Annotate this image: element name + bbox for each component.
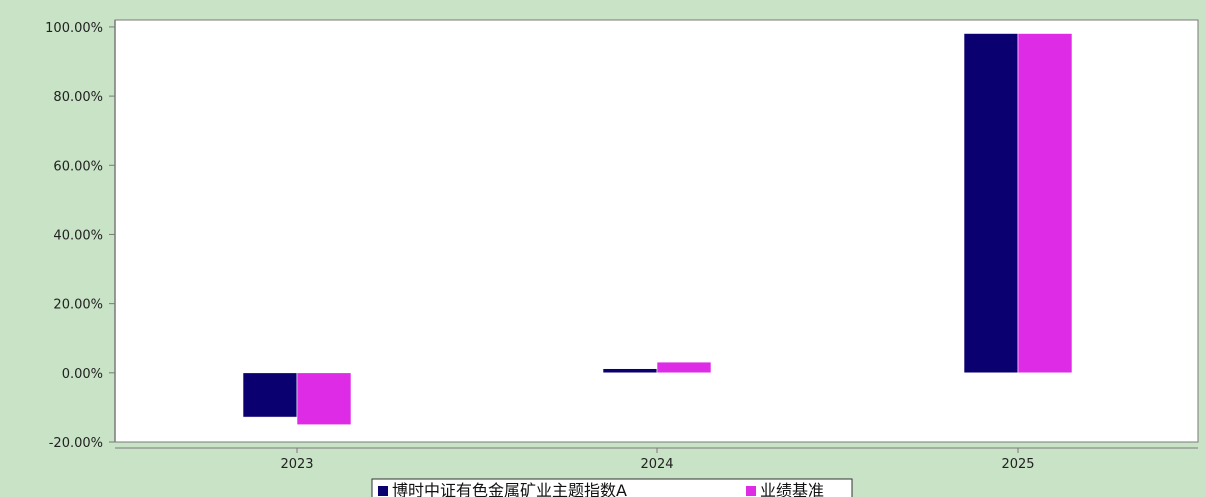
y-tick-label: -20.00% [49, 436, 103, 451]
legend: 博时中证有色金属矿业主题指数A 业绩基准 [371, 478, 853, 497]
x-tick-label: 2024 [640, 457, 673, 472]
legend-swatch-benchmark [746, 486, 756, 496]
bar-fund-2025 [963, 33, 1019, 374]
bar-fund-2023 [242, 372, 298, 418]
bar-fund-2024 [602, 368, 658, 374]
y-tick-label: 100.00% [45, 21, 103, 36]
legend-swatch-fund [378, 486, 388, 496]
chart-svg: -20.00% 0.00% 20.00% 40.00% 60.00% 80.00% 100.… [45, 19, 1199, 497]
chart: -20.00% 0.00% 20.00% 40.00% 60.00% 80.00% 100.… [0, 0, 1206, 497]
legend-label-fund: 博时中证有色金属矿业主题指数A [392, 481, 627, 497]
legend-label-benchmark: 业绩基准 [760, 481, 824, 497]
y-tick-label: 20.00% [53, 298, 103, 313]
bar-benchmark-2025 [1017, 33, 1073, 374]
y-tick-label: 60.00% [53, 159, 103, 174]
x-tick-label: 2023 [280, 457, 313, 472]
y-tick-label: 80.00% [53, 90, 103, 105]
x-tick-label: 2025 [1001, 457, 1034, 472]
y-tick-label: 40.00% [53, 228, 103, 243]
bar-benchmark-2023 [296, 372, 352, 426]
y-tick-label: 0.00% [62, 367, 103, 382]
bar-benchmark-2024 [656, 361, 712, 374]
